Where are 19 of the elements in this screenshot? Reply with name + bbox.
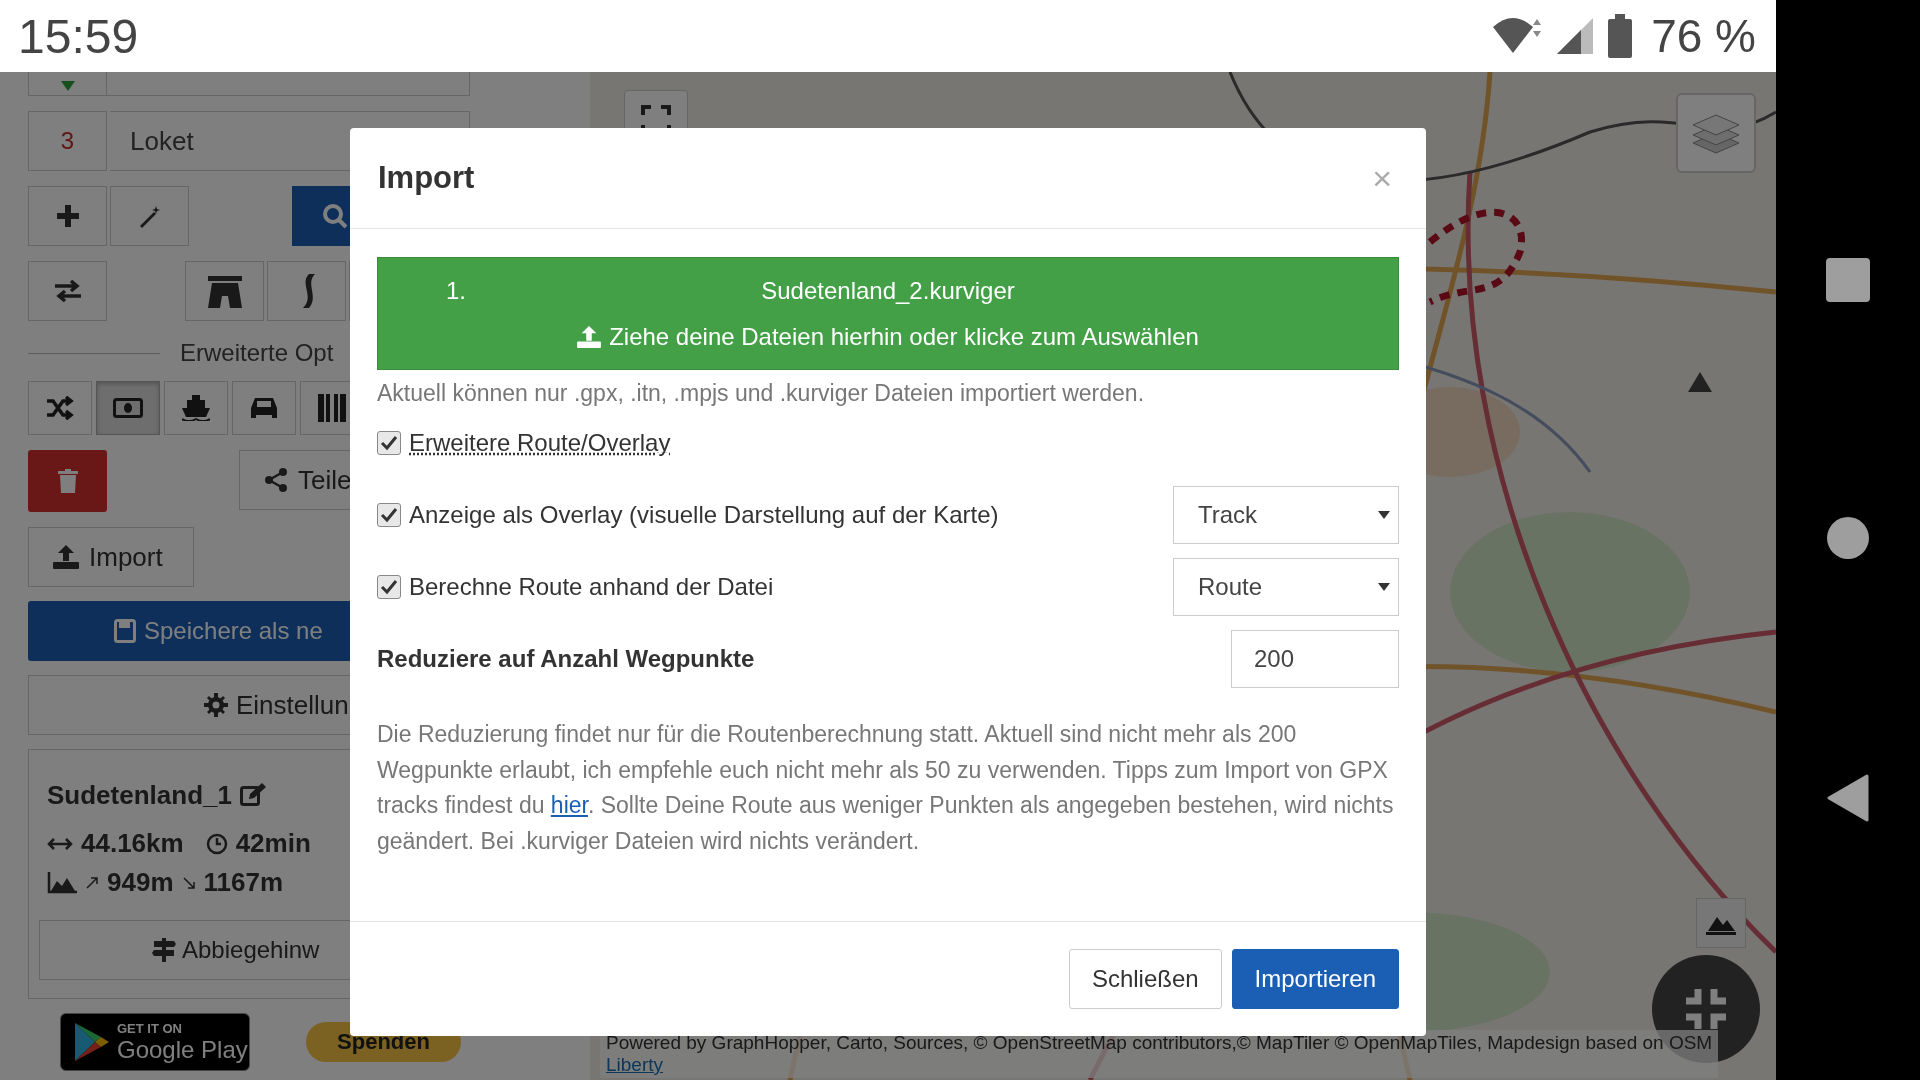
option-label: Berechne Route anhand der Datei xyxy=(409,573,775,601)
format-hint: Aktuell können nur .gpx, .itn, .mpjs und .kurviger Dateien importiert werden. xyxy=(377,380,1146,407)
file-index: 1. xyxy=(446,276,466,305)
waypoint-number: 3 xyxy=(28,111,107,171)
duration-value: 42min xyxy=(235,828,311,859)
note-text: Die Reduzierung findet nur für die Routenberechnung statt. Aktuell sind nicht mehr als 200 Wegpunkte erlaubt, ich empfehle euch nicht mehr als 50 zu verwenden. Tipps zum Import von GPX tracks findest du hier. Sollte Deine Route aus weniger Punkten als angegeben bestehen, wird nichts geändert. Bei .kurviger Dateien wird nichts verändert. xyxy=(377,720,1395,856)
ascent-value: 949m xyxy=(107,867,174,898)
file-name: Sudetenland_2.kurviger xyxy=(761,276,1015,305)
badge-caption: GET IT ON xyxy=(117,1020,183,1036)
route-name: Sudetenland_1 xyxy=(47,779,232,811)
clock: 15:59 xyxy=(18,8,139,64)
section-title: Erweiterte Opt xyxy=(180,339,334,367)
waypoint-limit-label: Reduziere auf Anzahl Wegpunkte xyxy=(377,645,755,673)
badge-title: Google Play xyxy=(117,1035,248,1064)
dropzone-text: Ziehe deine Dateien hierhin oder klicke zum Auswählen xyxy=(609,322,1199,351)
battery-percent: 76 % xyxy=(1651,9,1756,63)
map-attribution: Powered by GraphHopper, Carto, Sources, © OpenStreetMap contributors,© MapTiler © OpenMapTiles, Mapdesign based on OSM Liberty xyxy=(600,1030,1719,1078)
distance-value: 44.16km xyxy=(81,828,184,859)
descent-value: 1167m xyxy=(203,867,284,898)
